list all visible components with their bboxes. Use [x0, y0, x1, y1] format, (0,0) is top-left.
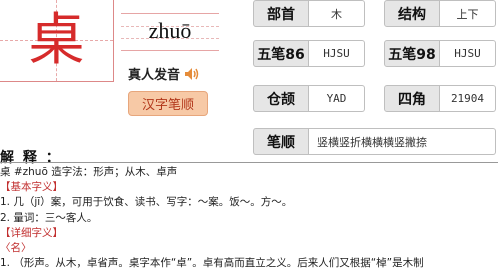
pinyin-text: zhuō [148, 18, 192, 43]
wubi86-value: HJSU [309, 40, 365, 67]
stroke-order-button[interactable]: 汉字笔顺 [128, 91, 208, 116]
audio-button[interactable]: 真人发音 [128, 64, 200, 83]
part-of-speech: 〈名〉 [0, 241, 32, 254]
structure-value: 上下 [440, 0, 496, 27]
definition-line: 桌 #zhuō 造字法：形声；从木、卓声 [0, 166, 178, 178]
definition-line: 1. （形声。从木，卓省声。桌字本作“卓”。卓有高而直立之义。后来人们又根据“棹… [0, 257, 424, 270]
definition-line: 2. 量词：三～客人。 [0, 211, 98, 224]
stroke-order-label: 笔顺 [253, 128, 309, 155]
character-grid: 桌 [0, 0, 114, 82]
main-character: 桌 [28, 7, 85, 73]
cangjie-label: 仓颉 [253, 85, 309, 112]
explanation-title: 解 释 ： [0, 150, 62, 166]
four-corner-label: 四角 [384, 85, 440, 112]
structure-label: 结构 [384, 0, 440, 27]
definition-list: 桌 #zhuō 造字法：形声；从木、卓声 【基本字义】 1. 几（jī）案，可用… [0, 165, 498, 271]
radical-value: 木 [309, 0, 365, 27]
definition-line: 1. 几（jī）案，可用于饮食、读书、写字：～案。饭～。方～。 [0, 196, 293, 209]
radical-label: 部首 [253, 0, 309, 27]
audio-label: 真人发音 [128, 68, 181, 83]
wubi86-label: 五笔86 [253, 40, 309, 67]
wubi98-label: 五笔98 [384, 40, 440, 67]
stroke-order-value: 竖横竖折横横横竖撇捺 [309, 128, 496, 155]
wubi98-value: HJSU [440, 40, 496, 67]
section-heading: 【详细字义】 [0, 226, 63, 239]
explanation-divider [0, 162, 498, 163]
four-corner-value: 21904 [440, 85, 496, 112]
pinyin-grid: zhuō [121, 13, 219, 51]
cangjie-value: YAD [309, 85, 365, 112]
speaker-icon[interactable] [184, 67, 200, 81]
section-heading: 【基本字义】 [0, 181, 63, 194]
